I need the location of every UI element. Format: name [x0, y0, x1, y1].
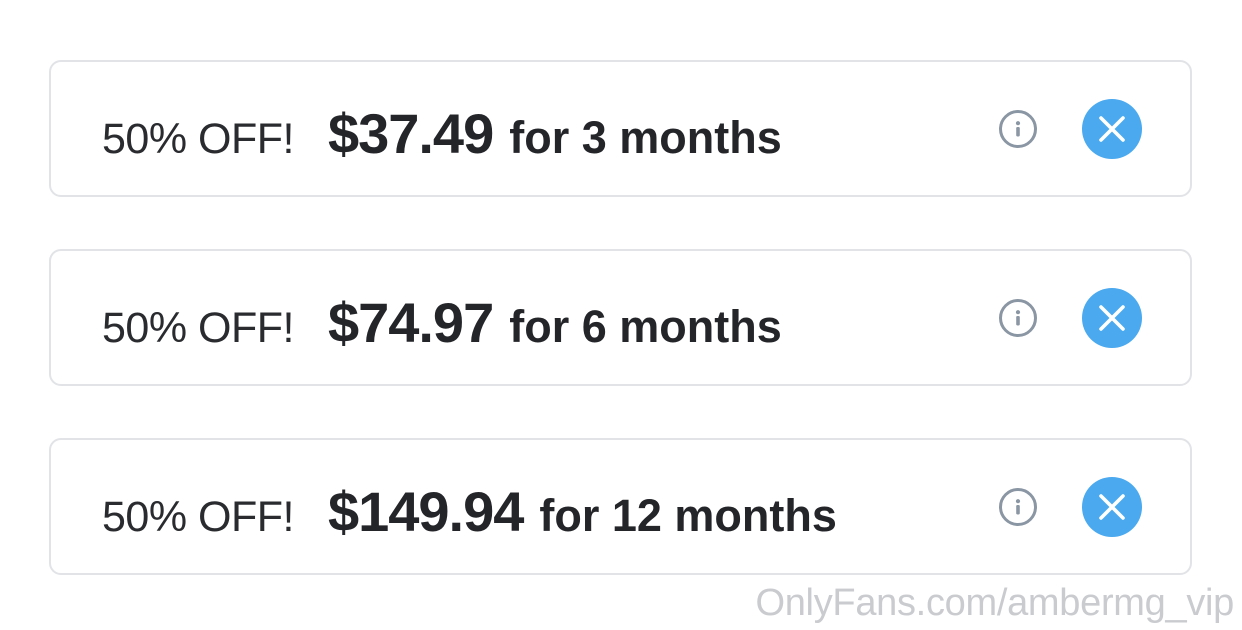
discount-label: 50% OFF! [102, 493, 294, 541]
discount-label: 50% OFF! [102, 115, 294, 163]
close-icon[interactable] [1082, 287, 1142, 348]
watermark: OnlyFans.com/ambermg_vip [755, 582, 1234, 624]
offer-text: 50% OFF! $149.94 for 12 months [102, 440, 837, 573]
offer-text: 50% OFF! $37.49 for 3 months [102, 62, 782, 195]
discount-label: 50% OFF! [102, 304, 294, 352]
offer-text: 50% OFF! $74.97 for 6 months [102, 251, 782, 384]
subscription-bundles-page: 50% OFF! $37.49 for 3 months 50% OFF! $7… [0, 0, 1242, 630]
close-icon[interactable] [1082, 476, 1142, 537]
offer-card[interactable]: 50% OFF! $149.94 for 12 months [49, 438, 1192, 575]
offer-card[interactable]: 50% OFF! $74.97 for 6 months [49, 249, 1192, 386]
offer-card[interactable]: 50% OFF! $37.49 for 3 months [49, 60, 1192, 197]
duration-label: for 12 months [539, 490, 837, 541]
price-label: $74.97 [327, 291, 494, 354]
price-label: $149.94 [327, 480, 524, 543]
duration-label: for 3 months [509, 112, 782, 163]
info-icon[interactable] [999, 298, 1037, 337]
info-icon[interactable] [999, 487, 1037, 526]
price-label: $37.49 [327, 102, 494, 165]
close-icon[interactable] [1082, 98, 1142, 159]
info-icon[interactable] [999, 109, 1037, 148]
duration-label: for 6 months [509, 301, 782, 352]
